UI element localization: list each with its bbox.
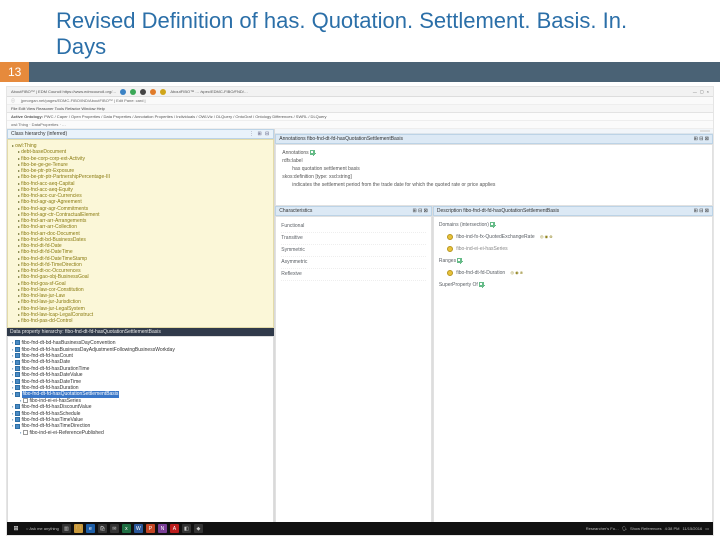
- tray-icon[interactable]: 🗣: [622, 526, 627, 531]
- slide-number: 13: [0, 62, 29, 82]
- class-chip-icon: [447, 234, 453, 240]
- screen-reader-label: Show References: [630, 526, 662, 531]
- tab-icon: [120, 89, 126, 95]
- tab-icon: [140, 89, 146, 95]
- clock-time: 4:38 PM: [665, 526, 680, 531]
- add-domain-icon[interactable]: [490, 222, 495, 227]
- skos-definition-value: indicates the settlement period from the…: [282, 181, 706, 189]
- taskview-icon[interactable]: ▥: [62, 524, 71, 533]
- domains-label: Domains (intersection): [439, 222, 489, 228]
- url-info-icon: ⓘ: [11, 98, 15, 104]
- class-chip-icon: [447, 270, 453, 276]
- data-property-header: Data property hierarchy: fibo-fnd-dt-fd-…: [7, 328, 274, 336]
- tab-icon: [150, 89, 156, 95]
- active-ontology-label: Active Ontology:: [11, 114, 43, 119]
- close-icon[interactable]: ×: [707, 89, 709, 94]
- characteristics-title: Characteristics: [279, 208, 312, 214]
- protege-screenshot: AboutFIBO™ | EDM Council https://www.edm…: [6, 86, 714, 536]
- slide-title: Revised Definition of has. Quotation. Se…: [56, 8, 680, 60]
- onenote-icon[interactable]: N: [158, 524, 167, 533]
- search-box[interactable]: [700, 130, 710, 132]
- dataprop-footer[interactable]: fibo-ind-ei-ei-ReferencePublished: [12, 430, 270, 436]
- browser-url: jpmorgan.net/pages/EDMC-FIBO/IND/AboutFI…: [21, 98, 146, 103]
- annotations-panel-header: Annotations fibo-fnd-dt-fd-hasQuotationS…: [275, 134, 713, 144]
- clock-date: 11/15/2016: [682, 526, 702, 531]
- characteristics-header: Characteristics ⊞ ⊟ ⊠: [275, 206, 432, 216]
- skos-definition-label: skos:definition [type: xsd:string]: [282, 173, 706, 181]
- class-chip-icon: [447, 246, 453, 252]
- maximize-icon[interactable]: ▢: [700, 89, 704, 94]
- rdfs-label: rdfs:label: [282, 157, 706, 165]
- active-ontology-tabs[interactable]: PWC / Caper / Open Properties / Data Pro…: [44, 114, 326, 119]
- acrobat-icon[interactable]: A: [170, 524, 179, 533]
- active-ontology-bar: Active Ontology: PWC / Caper / Open Prop…: [7, 113, 713, 121]
- store-icon[interactable]: 🛍: [98, 524, 107, 533]
- domain-value[interactable]: fibo-ind-ei-ei-hasSeries: [456, 246, 507, 252]
- breadcrumb-text: owl:Thing · DataProperties · …: [11, 122, 66, 127]
- class-hierarchy-title: Class hierarchy (inferred): [11, 131, 67, 137]
- windows-taskbar[interactable]: ⊞ ○ Ask me anything ▥ 🗀 e 🛍 ✉ x W P N A …: [7, 522, 713, 535]
- tab-icon: [130, 89, 136, 95]
- mail-icon[interactable]: ✉: [110, 524, 119, 533]
- browser-tab[interactable]: AboutFIBO™ … /spec/EDMC-FIBO/FND/…: [170, 89, 248, 94]
- annotations-subtitle: Annotations: [282, 150, 308, 156]
- description-header: Description fibo-fnd-dt-fd-hasQuotationS…: [433, 206, 713, 216]
- powerpoint-icon[interactable]: P: [146, 524, 155, 533]
- panel-menu-icon[interactable]: ⊞ ⊟ ⊠: [694, 136, 709, 142]
- slide-accent-strip: [0, 62, 720, 82]
- description-title: Description fibo-fnd-dt-fd-hasQuotationS…: [437, 208, 559, 214]
- class-hierarchy-header: Class hierarchy (inferred) ⋮ ⊞ ⊟: [7, 129, 274, 139]
- browser-tabs: AboutFIBO™ | EDM Council https://www.edm…: [7, 87, 713, 97]
- tab-icon: [160, 89, 166, 95]
- annotations-title: Annotations fibo-fnd-dt-fd-hasQuotationS…: [279, 136, 403, 142]
- word-icon[interactable]: W: [134, 524, 143, 533]
- ranges-label: Ranges: [439, 258, 456, 264]
- browser-url-bar[interactable]: ⓘ jpmorgan.net/pages/EDMC-FIBO/IND/About…: [7, 97, 713, 105]
- start-button[interactable]: ⊞: [11, 525, 21, 532]
- add-super-icon[interactable]: [479, 282, 484, 287]
- researcher-label: Researcher's Fo…: [586, 526, 619, 531]
- characteristic-item[interactable]: Asymmetric: [281, 257, 426, 269]
- breadcrumb: owl:Thing · DataProperties · …: [7, 121, 713, 129]
- tree-item[interactable]: fibo-fnd-pas-dd-Control: [12, 318, 271, 324]
- edge-icon[interactable]: e: [86, 524, 95, 533]
- panel-menu-icon[interactable]: ⋮ ⊞ ⊟: [249, 131, 270, 137]
- folder-icon[interactable]: 🗀: [74, 524, 83, 533]
- rdfs-label-value: has quotation settlement basis: [282, 165, 706, 173]
- range-value[interactable]: fibo-fnd-dt-fd-Duration: [456, 270, 505, 276]
- app-menu-bar[interactable]: File Edit View Reasoner Tools Refactor W…: [7, 105, 713, 113]
- domain-value[interactable]: fibo-ind-fx-fx-QuotedExchangeRate: [456, 234, 534, 240]
- protege-main: Class hierarchy (inferred) ⋮ ⊞ ⊟ owl:Thi…: [7, 129, 713, 535]
- minimize-icon[interactable]: —: [693, 89, 697, 94]
- excel-icon[interactable]: x: [122, 524, 131, 533]
- chip-actions[interactable]: ◎ ◉ ⊗: [540, 233, 553, 240]
- characteristics-body: FunctionalTransitiveSymmetricAsymmetricR…: [275, 216, 432, 535]
- notifications-icon[interactable]: ▭: [705, 526, 709, 531]
- chip-actions[interactable]: ◎ ◉ ⊗: [511, 269, 524, 276]
- cortana-search[interactable]: ○ Ask me anything: [26, 526, 59, 531]
- superprop-label: SuperProperty Of: [439, 282, 478, 288]
- characteristic-item[interactable]: Symmetric: [281, 245, 426, 257]
- class-tree[interactable]: owl:Thingdebt-baseDocumentfibo-be-corp-c…: [7, 139, 274, 328]
- characteristic-item[interactable]: Reflexive: [281, 269, 426, 281]
- characteristic-item[interactable]: Functional: [281, 221, 426, 233]
- panel-menu-icon[interactable]: ⊞ ⊟ ⊠: [412, 208, 427, 214]
- add-range-icon[interactable]: [457, 258, 462, 263]
- panel-menu-icon[interactable]: ⊞ ⊟ ⊠: [694, 208, 709, 214]
- app-icon[interactable]: ◧: [182, 524, 191, 533]
- browser-tab[interactable]: AboutFIBO™ | EDM Council https://www.edm…: [11, 89, 116, 94]
- characteristic-item[interactable]: Transitive: [281, 233, 426, 245]
- description-body: Domains (intersection) fibo-ind-fx-fx-Qu…: [433, 216, 713, 535]
- add-annotation-icon[interactable]: [310, 150, 315, 155]
- data-property-tree[interactable]: fibo-fnd-dt-bd-hasBusinessDayConventionf…: [7, 336, 274, 535]
- app-icon[interactable]: ◆: [194, 524, 203, 533]
- annotations-body: Annotations rdfs:label has quotation set…: [275, 144, 713, 206]
